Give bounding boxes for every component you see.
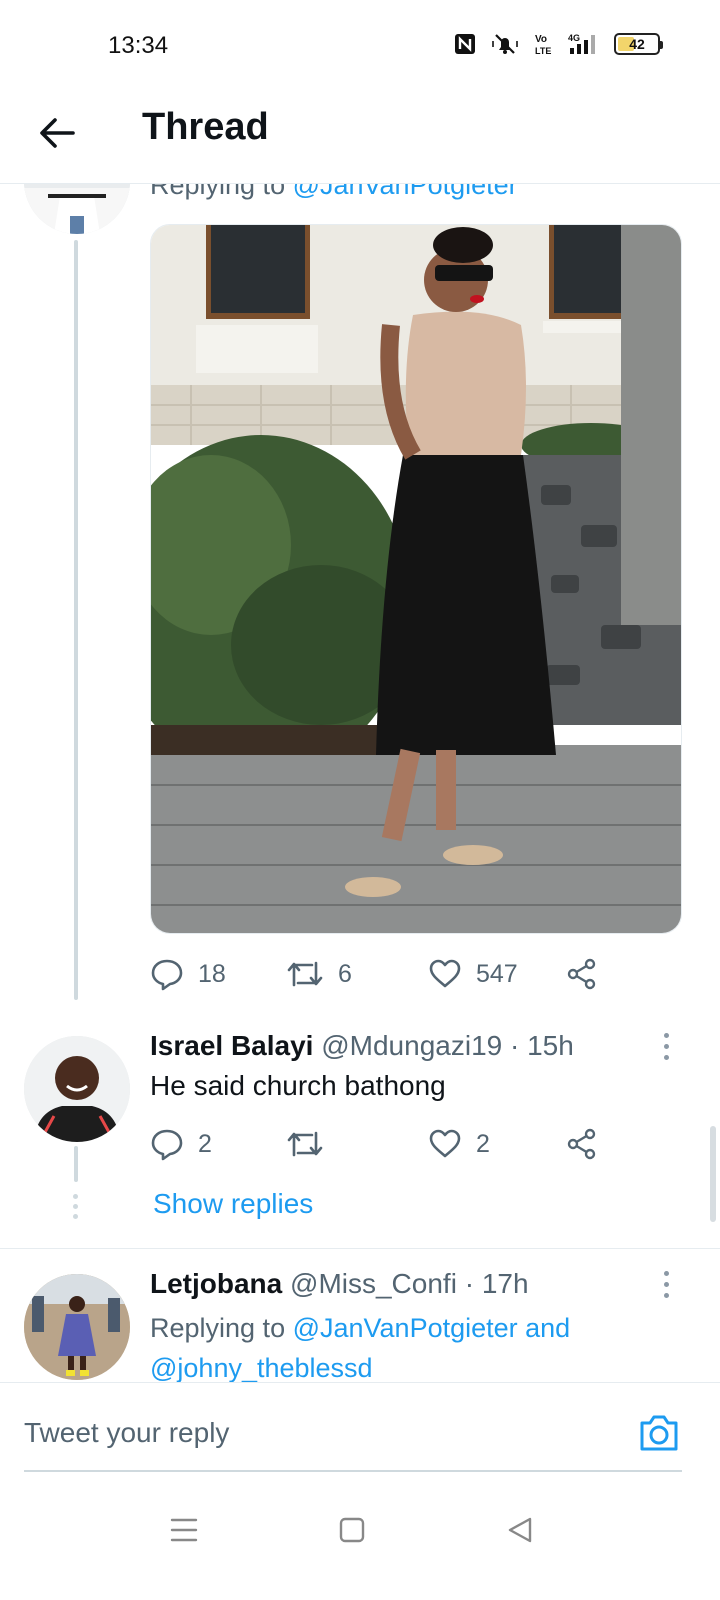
back-button[interactable] [34, 110, 80, 156]
reply-input[interactable] [24, 1403, 624, 1463]
battery-icon: 42 [614, 33, 663, 55]
heart-icon [429, 1129, 461, 1158]
svg-text:LTE: LTE [535, 46, 551, 56]
reply-icon [151, 959, 183, 991]
avatar[interactable] [24, 184, 130, 234]
back-triangle-icon [508, 1517, 532, 1543]
tweet-photo[interactable] [150, 224, 682, 934]
share-icon [567, 958, 596, 990]
avatar[interactable] [24, 1036, 130, 1142]
share-icon [567, 1128, 596, 1160]
mention-link[interactable]: @johny_theblessd [150, 1353, 373, 1383]
status-icons: Vo LTE 4G 42 [454, 32, 663, 56]
avatar-photo [24, 184, 130, 234]
volte-icon: Vo LTE [535, 34, 551, 56]
share-button[interactable] [566, 1122, 598, 1166]
reply-composer [0, 1382, 720, 1478]
retweet-button[interactable]: 6 [286, 952, 352, 996]
reply-button[interactable]: 2 [150, 1122, 212, 1166]
tweet-text: He said church bathong [150, 1070, 446, 1101]
reply-count: 2 [198, 1129, 212, 1158]
like-count: 2 [476, 1129, 490, 1158]
arrow-left-icon [40, 118, 75, 148]
replying-label: Replying to [150, 184, 293, 200]
retweet-count: 6 [338, 959, 352, 988]
system-back-button[interactable] [496, 1506, 544, 1554]
timestamp: 17h [481, 1268, 529, 1299]
replying-and: and [517, 1313, 571, 1343]
home-button[interactable] [328, 1506, 376, 1554]
status-bar: 13:34 Vo LTE 4G 42 [0, 0, 720, 90]
photo-illustration [151, 225, 681, 933]
thread-connector [74, 1146, 78, 1182]
signal-icon: 4G [568, 33, 595, 54]
username[interactable]: @Mdungazi19 [321, 1030, 502, 1061]
thread-collapse-dots [73, 1194, 78, 1219]
tweet-header: Israel Balayi @Mdungazi19 · 15h [150, 1030, 574, 1062]
menu-icon [170, 1518, 198, 1542]
page-title: Thread [142, 106, 269, 148]
reply-icon [151, 1129, 183, 1161]
retweet-button[interactable] [286, 1122, 338, 1166]
retweet-icon [287, 961, 323, 987]
share-button[interactable] [566, 952, 598, 996]
tweet-actions: 2 2 [150, 1122, 610, 1166]
retweet-icon [287, 1131, 323, 1157]
status-time: 13:34 [108, 32, 169, 59]
avatar-photo [24, 1036, 130, 1142]
reply-button[interactable]: 18 [150, 952, 226, 996]
reply-count: 18 [198, 959, 226, 988]
top-app-bar: Thread [0, 90, 720, 184]
scrollbar[interactable] [710, 1126, 716, 1222]
username[interactable]: @Miss_Confi [290, 1268, 457, 1299]
replying-to: Replying to @JanVanPotgieter and @johny_… [150, 1308, 620, 1388]
thread-connector [74, 240, 78, 1000]
avatar[interactable] [24, 1274, 130, 1380]
mention-link[interactable]: @JanVanPotgieter [293, 1313, 518, 1343]
separator-dot: · [510, 1030, 520, 1061]
like-count: 547 [476, 959, 518, 988]
system-nav-bar [0, 1478, 720, 1600]
home-square-icon [339, 1517, 365, 1543]
more-options-button[interactable] [656, 1264, 676, 1304]
heart-icon [429, 959, 461, 988]
divider [0, 1248, 720, 1249]
display-name[interactable]: Israel Balayi [150, 1030, 313, 1061]
like-button[interactable]: 547 [428, 952, 518, 996]
composer-underline [24, 1470, 682, 1472]
tweet-header: Letjobana @Miss_Confi · 17h [150, 1268, 529, 1300]
mention-link[interactable]: @JanVanPotgieter [293, 184, 518, 200]
thread-timeline[interactable]: Replying to @JanVanPotgieter 18 6 547 Is… [0, 184, 720, 1396]
nfc-icon [455, 34, 475, 54]
show-replies-link[interactable]: Show replies [153, 1188, 313, 1220]
svg-text:Vo: Vo [535, 34, 547, 45]
more-options-button[interactable] [656, 1026, 676, 1066]
camera-icon [640, 1415, 678, 1451]
mute-icon [492, 34, 518, 54]
tweet-actions: 18 6 547 [150, 952, 610, 996]
camera-button[interactable] [638, 1413, 680, 1453]
battery-level: 42 [629, 36, 645, 52]
timestamp: 15h [527, 1030, 574, 1061]
recents-button[interactable] [160, 1506, 208, 1554]
separator-dot: · [464, 1268, 475, 1299]
svg-text:4G: 4G [568, 33, 580, 43]
avatar-photo [24, 1274, 130, 1380]
replying-label: Replying to [150, 1313, 293, 1343]
like-button[interactable]: 2 [428, 1122, 490, 1166]
display-name[interactable]: Letjobana [150, 1268, 282, 1299]
replying-to: Replying to @JanVanPotgieter [150, 184, 518, 201]
